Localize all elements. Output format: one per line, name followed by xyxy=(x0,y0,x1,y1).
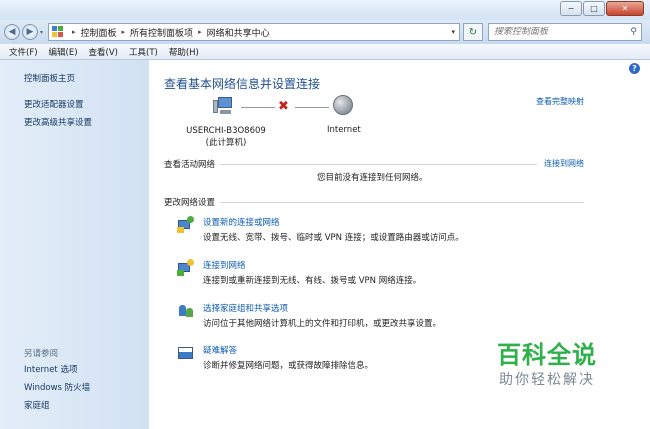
connection-line xyxy=(295,107,329,108)
task-connect-network: 连接到网络 连接到或重新连接到无线、有线、拨号或 VPN 网络连接。 xyxy=(177,259,507,291)
sidebar-item-firewall[interactable]: Windows 防火墙 xyxy=(24,381,90,393)
setup-connection-link[interactable]: 设置新的连接或网络 xyxy=(203,216,280,228)
change-settings-title: 更改网络设置 xyxy=(164,198,216,208)
homegroup-sharing-desc: 访问位于其他网络计算机上的文件和打印机，或更改共享设置。 xyxy=(203,319,442,329)
address-dropdown-icon[interactable]: ▾ xyxy=(451,28,455,36)
search-input[interactable] xyxy=(489,27,619,37)
connect-network-desc: 连接到或重新连接到无线、有线、拨号或 VPN 网络连接。 xyxy=(203,276,422,286)
see-also-title: 另请参阅 xyxy=(24,349,59,359)
watermark-subtitle: 助你轻松解决 xyxy=(499,372,595,388)
menu-view[interactable]: 查看(V) xyxy=(80,44,118,59)
help-icon[interactable]: ? xyxy=(629,63,640,74)
connect-network-link[interactable]: 连接到网络 xyxy=(203,259,246,271)
sidebar: 控制面板主页 更改适配器设置 更改高级共享设置 另请参阅 Internet 选项… xyxy=(0,60,149,429)
menu-bar: 文件(F) 编辑(E) 查看(V) 工具(T) 帮助(H) xyxy=(0,44,650,60)
section-divider xyxy=(220,202,584,203)
task-troubleshoot: 疑难解答 诊断并修复网络问题，或获得故障排除信息。 xyxy=(177,344,507,376)
breadcrumb-separator-icon: ▸ xyxy=(72,28,76,36)
sidebar-item-adapter-settings[interactable]: 更改适配器设置 xyxy=(24,98,84,110)
watermark: 百科全说 助你轻松解决 xyxy=(484,340,610,390)
menu-help[interactable]: 帮助(H) xyxy=(160,44,199,59)
disconnected-x-icon[interactable]: ✖ xyxy=(278,99,289,114)
forward-button[interactable]: ▶ xyxy=(22,24,38,40)
connect-network-icon xyxy=(177,259,195,277)
computer-icon[interactable] xyxy=(213,96,235,116)
troubleshoot-link[interactable]: 疑难解答 xyxy=(203,344,237,356)
menu-file[interactable]: 文件(F) xyxy=(0,44,38,59)
setup-connection-desc: 设置无线、宽带、拨号、临时或 VPN 连接；或设置路由器或访问点。 xyxy=(203,233,464,243)
homegroup-icon xyxy=(177,302,195,320)
breadcrumb-control-panel[interactable]: 控制面板 xyxy=(81,26,117,39)
refresh-button[interactable]: ↻ xyxy=(463,23,483,41)
maximize-button[interactable]: □ xyxy=(583,1,605,16)
section-divider xyxy=(220,164,537,165)
task-homegroup-sharing: 选择家庭组和共享选项 访问位于其他网络计算机上的文件和打印机，或更改共享设置。 xyxy=(177,302,507,334)
close-button[interactable]: ✕ xyxy=(606,1,644,16)
network-setup-icon xyxy=(177,216,195,234)
menu-tools[interactable]: 工具(T) xyxy=(120,44,158,59)
search-icon[interactable]: ⚲ xyxy=(630,27,637,37)
address-bar: ◀ ▶ ▾ ▸ 控制面板 ▸ 所有控制面板项 ▸ 网络和共享中心 ▾ ↻ ⚲ xyxy=(0,20,650,44)
window-controls: − □ ✕ xyxy=(559,1,644,16)
minimize-button[interactable]: − xyxy=(560,1,582,16)
no-connection-message: 您目前没有连接到任何网络。 xyxy=(317,173,428,183)
full-map-link[interactable]: 查看完整映射 xyxy=(536,96,584,107)
homegroup-sharing-link[interactable]: 选择家庭组和共享选项 xyxy=(203,302,288,314)
menu-edit[interactable]: 编辑(E) xyxy=(40,44,78,59)
sidebar-item-internet-options[interactable]: Internet 选项 xyxy=(24,363,77,375)
network-map: ✖ USERCHI-B3O8609 (此计算机) Internet xyxy=(149,95,409,150)
active-networks-title: 查看活动网络 xyxy=(164,160,216,170)
sidebar-item-homegroup[interactable]: 家庭组 xyxy=(24,399,50,411)
internet-globe-icon[interactable] xyxy=(333,95,353,115)
connect-to-network-link[interactable]: 连接到网络 xyxy=(544,158,584,169)
troubleshoot-icon xyxy=(177,344,195,362)
sidebar-item-advanced-sharing[interactable]: 更改高级共享设置 xyxy=(24,116,92,128)
history-dropdown-icon[interactable]: ▾ xyxy=(40,29,43,36)
connection-line xyxy=(241,107,275,108)
breadcrumb-network-center[interactable]: 网络和共享中心 xyxy=(207,26,270,39)
computer-label: USERCHI-B3O8609 (此计算机) xyxy=(186,125,266,149)
page-title: 查看基本网络信息并设置连接 xyxy=(164,77,321,91)
troubleshoot-desc: 诊断并修复网络问题，或获得故障排除信息。 xyxy=(203,361,374,371)
breadcrumb[interactable]: ▸ 控制面板 ▸ 所有控制面板项 ▸ 网络和共享中心 ▾ xyxy=(48,23,460,41)
search-box[interactable]: ⚲ xyxy=(488,23,642,41)
task-setup-connection: 设置新的连接或网络 设置无线、宽带、拨号、临时或 VPN 连接；或设置路由器或访… xyxy=(177,216,507,248)
sidebar-item-home[interactable]: 控制面板主页 xyxy=(24,72,75,84)
watermark-title: 百科全说 xyxy=(497,341,597,369)
breadcrumb-separator-icon[interactable]: ▸ xyxy=(122,28,126,36)
computer-sub: (此计算机) xyxy=(205,138,247,148)
computer-name: USERCHI-B3O8609 xyxy=(186,126,266,136)
back-button[interactable]: ◀ xyxy=(4,24,20,40)
breadcrumb-separator-icon[interactable]: ▸ xyxy=(198,28,202,36)
title-bar: − □ ✕ xyxy=(0,0,650,20)
internet-label: Internet xyxy=(327,125,361,135)
control-panel-icon xyxy=(52,26,64,38)
breadcrumb-all-items[interactable]: 所有控制面板项 xyxy=(130,26,193,39)
